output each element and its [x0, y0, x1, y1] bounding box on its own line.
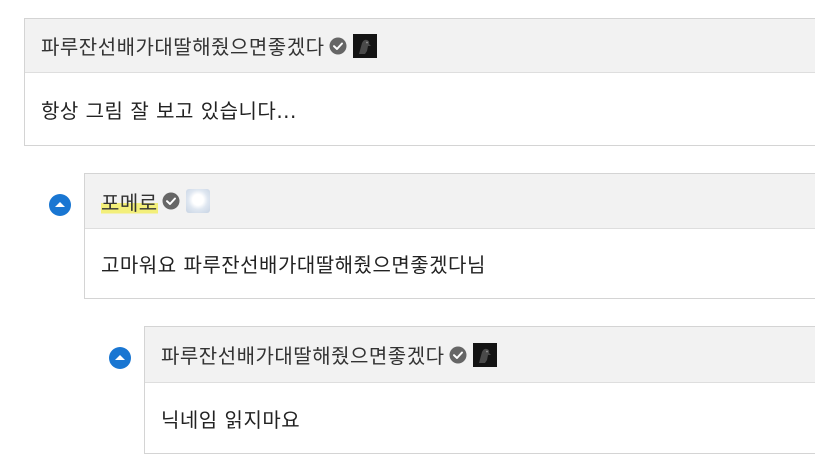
reply-arrow-up-icon[interactable] [108, 346, 132, 370]
comment-text: 닉네임 읽지마요 [161, 407, 301, 432]
comment-author-name[interactable]: 파루잔선배가대딸해줬으면좋겠다 [41, 31, 325, 60]
comment-body: 고마워요 파루잔선배가대딸해줬으면좋겠다님 [85, 229, 815, 298]
comment-thread: 파루잔선배가대딸해줬으면좋겠다 항상 그림 잘 보고 있습니다... 포메로 고… [0, 0, 815, 474]
character-avatar-icon[interactable] [185, 189, 210, 213]
comment-header: 파루잔선배가대딸해줬으면좋겠다 [25, 19, 815, 73]
comment-text: 고마워요 파루잔선배가대딸해줬으면좋겠다님 [101, 253, 486, 277]
comment-item-3: 파루잔선배가대딸해줬으면좋겠다 닉네임 읽지마요 [144, 326, 815, 454]
check-circle-icon [162, 192, 180, 210]
comment-header: 파루잔선배가대딸해줬으면좋겠다 [145, 327, 815, 383]
crow-avatar-icon[interactable] [352, 33, 377, 58]
reply-arrow-up-icon[interactable] [48, 193, 72, 217]
comment-item-2: 포메로 고마워요 파루잔선배가대딸해줬으면좋겠다님 [84, 173, 815, 299]
comment-header: 포메로 [85, 174, 815, 229]
comment-author-name[interactable]: 포메로 [101, 186, 158, 216]
comment-body: 항상 그림 잘 보고 있습니다... [25, 73, 815, 145]
comment-body: 닉네임 읽지마요 [145, 383, 815, 453]
check-circle-icon [329, 37, 347, 55]
comment-item-1: 파루잔선배가대딸해줬으면좋겠다 항상 그림 잘 보고 있습니다... [24, 18, 815, 146]
comment-text: 항상 그림 잘 보고 있습니다... [41, 98, 297, 123]
check-circle-icon [449, 346, 467, 364]
crow-avatar-icon[interactable] [472, 342, 497, 367]
comment-author-name[interactable]: 파루잔선배가대딸해줬으면좋겠다 [161, 340, 445, 369]
